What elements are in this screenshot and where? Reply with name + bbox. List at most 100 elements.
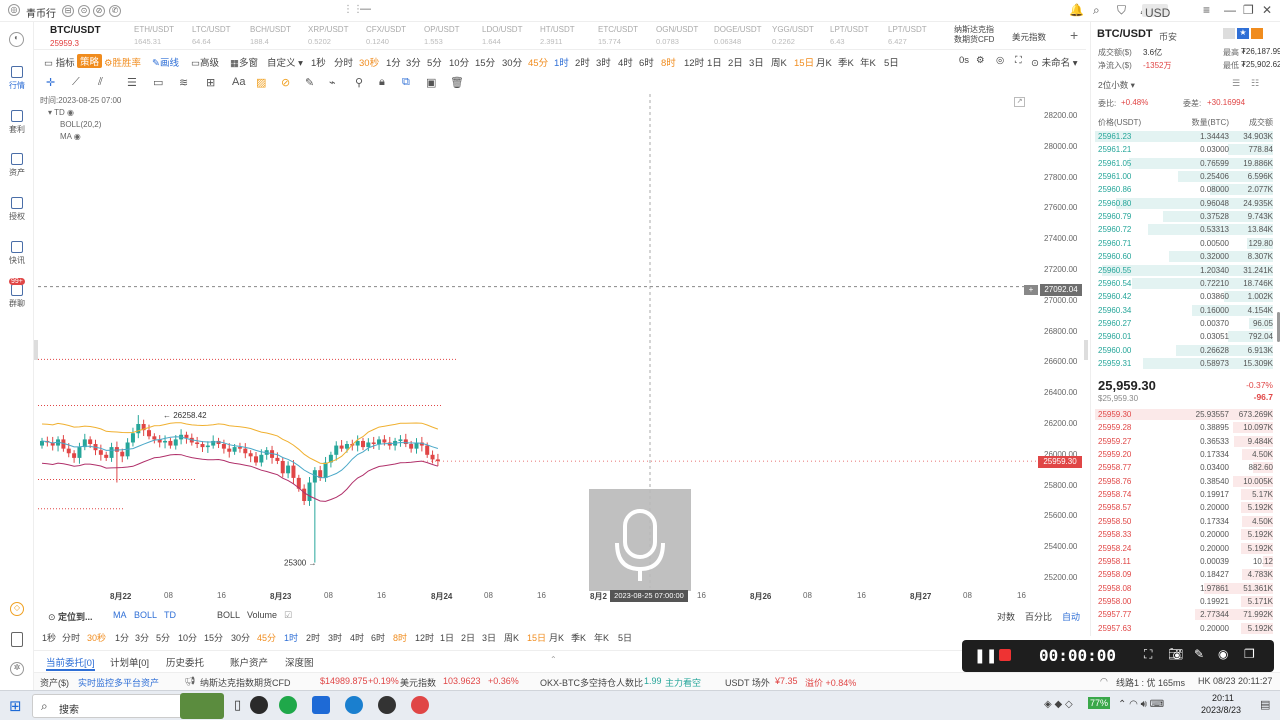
bottom-period-21[interactable]: 15日 bbox=[527, 631, 546, 644]
period-24[interactable]: 年K bbox=[860, 55, 876, 69]
period-1[interactable]: 分时 bbox=[334, 55, 353, 69]
gear-icon[interactable]: ✲ bbox=[10, 662, 24, 676]
add-ticker-icon[interactable]: + bbox=[1070, 27, 1078, 43]
ticker-1[interactable]: ETH/USDT 1645.31 bbox=[134, 25, 192, 46]
auto-scale-button[interactable]: 自动 bbox=[1062, 610, 1080, 623]
orderbook-row[interactable]: 25958.77 0.03400 882.60 bbox=[1091, 461, 1275, 474]
settings-small-icon[interactable]: ⚙ bbox=[976, 55, 985, 66]
period-19[interactable]: 3日 bbox=[749, 55, 764, 69]
lock-icon[interactable]: ⊙ bbox=[78, 5, 90, 17]
orderbook-row[interactable]: 25959.31 0.58973 15.309K bbox=[1091, 357, 1275, 370]
list-view-icon[interactable]: ☰ bbox=[1232, 78, 1240, 89]
maximize-icon[interactable]: ❐ bbox=[1243, 3, 1254, 17]
bottom-period-19[interactable]: 3日 bbox=[482, 631, 496, 644]
ticker-14[interactable]: LPT/USDT 6.427 bbox=[888, 25, 946, 46]
region-icon[interactable]: ⛶ bbox=[1144, 647, 1152, 662]
orderbook-row[interactable]: 25958.11 0.00039 10.12 bbox=[1091, 555, 1275, 568]
orderbook-row[interactable]: 25958.76 0.38540 10.005K bbox=[1091, 475, 1275, 488]
ticker-9[interactable]: ETC/USDT 15.774 bbox=[598, 25, 656, 46]
dxy-ticker[interactable]: 美元指数 bbox=[1012, 31, 1046, 43]
fib-tool-icon[interactable]: ≋ bbox=[179, 76, 188, 89]
period-8[interactable]: 30分 bbox=[502, 55, 522, 69]
orderbook-row[interactable]: 25960.34 0.16000 4.154K bbox=[1091, 304, 1275, 317]
bottom-period-4[interactable]: 3分 bbox=[135, 631, 149, 644]
grid-view-icon[interactable] bbox=[1223, 28, 1235, 39]
orderbook-row[interactable]: 25958.33 0.20000 5.192K bbox=[1091, 528, 1275, 541]
orderbook-row[interactable]: 25958.50 0.17334 4.50K bbox=[1091, 515, 1275, 528]
collapse-panel-icon[interactable]: ⌃ bbox=[550, 655, 557, 664]
period-5[interactable]: 5分 bbox=[427, 55, 442, 69]
period-17[interactable]: 1日 bbox=[707, 55, 722, 69]
stop-icon[interactable] bbox=[999, 649, 1011, 661]
minimize-icon[interactable]: — bbox=[1224, 3, 1236, 17]
bottom-period-7[interactable]: 15分 bbox=[204, 631, 223, 644]
pen-tool-icon[interactable]: ✎ bbox=[305, 76, 314, 89]
bottom-period-6[interactable]: 10分 bbox=[178, 631, 197, 644]
period-3[interactable]: 1分 bbox=[386, 55, 401, 69]
brush-tool-icon[interactable]: ⌁ bbox=[329, 76, 336, 89]
percent-scale-button[interactable]: 百分比 bbox=[1025, 610, 1052, 623]
right-collapse-handle[interactable] bbox=[1084, 340, 1088, 360]
period-16[interactable]: 12时 bbox=[684, 55, 704, 69]
orderbook-row[interactable]: 25960.60 0.32000 8.307K bbox=[1091, 250, 1275, 263]
close-icon[interactable]: ✕ bbox=[1262, 3, 1272, 17]
monitor-link[interactable]: 实时监控多平台资产 bbox=[78, 676, 159, 689]
ticker-3[interactable]: BCH/USDT 188.4 bbox=[250, 25, 308, 46]
bottom-period-23[interactable]: 季K bbox=[571, 631, 586, 644]
bottom-period-15[interactable]: 8时 bbox=[393, 631, 407, 644]
diamond-icon[interactable]: ◇ bbox=[10, 602, 24, 616]
period-25[interactable]: 5日 bbox=[884, 55, 899, 69]
bottom-period-13[interactable]: 4时 bbox=[350, 631, 364, 644]
locate-button[interactable]: ⊙ 定位到... bbox=[48, 610, 93, 623]
notification-icon[interactable]: ▤ bbox=[1260, 698, 1270, 711]
menu-icon[interactable]: ≡ bbox=[1203, 3, 1210, 17]
sidebar-item-arbitrage[interactable]: 套利 bbox=[0, 110, 34, 135]
webcam-icon[interactable]: ◉ bbox=[1218, 647, 1228, 661]
nasdaq-ticker[interactable]: 纳斯达克指 数期货CFD bbox=[954, 25, 994, 45]
custom-period-select[interactable]: 自定义 ▾ bbox=[267, 55, 303, 69]
ticker-2[interactable]: LTC/USDT 64.64 bbox=[192, 25, 250, 46]
bottom-period-11[interactable]: 2时 bbox=[306, 631, 320, 644]
orderbook-row[interactable]: 25960.00 0.26628 6.913K bbox=[1091, 344, 1275, 357]
chart-corner-icon[interactable]: ↗ bbox=[1014, 97, 1025, 107]
hline-tool-icon[interactable]: ☰ bbox=[127, 76, 137, 89]
orderbook-row[interactable]: 25960.55 1.20340 31.241K bbox=[1091, 264, 1275, 277]
layout-name-select[interactable]: ⊙ 未命名 ▾ bbox=[1031, 55, 1078, 69]
orderbook-row[interactable]: 25959.27 0.36533 9.484K bbox=[1091, 435, 1275, 448]
orderbook-row[interactable]: 25958.00 0.19921 5.171K bbox=[1091, 595, 1275, 608]
bottom-period-8[interactable]: 30分 bbox=[231, 631, 250, 644]
orderbook-row[interactable]: 25960.80 0.96048 24.935K bbox=[1091, 197, 1275, 210]
split-view-icon[interactable]: ☷ bbox=[1251, 78, 1259, 89]
orderbook-row[interactable]: 25957.77 2.77344 71.992K bbox=[1091, 608, 1275, 621]
expand-icon[interactable]: ⛶ bbox=[1015, 55, 1022, 66]
tab-plan-orders[interactable]: 计划单[0] bbox=[110, 655, 149, 669]
period-9[interactable]: 45分 bbox=[528, 55, 548, 69]
ticker-7[interactable]: LDO/USDT 1.644 bbox=[482, 25, 540, 46]
minimize-panel-icon[interactable]: — bbox=[360, 3, 371, 15]
period-23[interactable]: 季K bbox=[838, 55, 854, 69]
price-axis[interactable]: 28200.00 28000.00 27800.00 27600.00 27400.00… bbox=[1038, 94, 1086, 588]
orderbook-row[interactable]: 25957.63 0.20000 5.192K bbox=[1091, 622, 1275, 635]
shirt-icon[interactable]: ⛉ bbox=[1117, 3, 1126, 18]
record-app-icon[interactable] bbox=[411, 696, 429, 714]
sidebar-item-quotes[interactable]: 行情 bbox=[0, 66, 34, 91]
bottom-period-12[interactable]: 3时 bbox=[328, 631, 342, 644]
period-15[interactable]: 8时 bbox=[661, 55, 676, 69]
bottom-period-0[interactable]: 1秒 bbox=[42, 631, 56, 644]
tray-icons-2[interactable]: ⌃ ◠ 🔊︎ ⌨ bbox=[1118, 699, 1164, 710]
sidebar-item-assets[interactable]: 资产 bbox=[0, 153, 34, 178]
measure-tool-icon[interactable]: ⊞ bbox=[206, 76, 215, 89]
parallel-tool-icon[interactable]: ⫽ bbox=[98, 76, 103, 89]
zero-s-button[interactable]: 0s bbox=[959, 55, 969, 66]
period-4[interactable]: 3分 bbox=[406, 55, 421, 69]
orderbook-row[interactable]: 25960.86 0.08000 2.077K bbox=[1091, 183, 1275, 196]
battery-indicator[interactable]: 77% bbox=[1088, 697, 1111, 709]
trendline-tool-icon[interactable]: ⟋ bbox=[72, 76, 80, 89]
orderbook-row[interactable]: 25960.27 0.00370 96.05 bbox=[1091, 317, 1275, 330]
bottom-period-3[interactable]: 1分 bbox=[115, 631, 129, 644]
pattern-tool-icon[interactable]: ▨ bbox=[256, 76, 266, 89]
sidebar-item-chat[interactable]: 99+ 群聊 bbox=[0, 278, 34, 309]
phone-icon[interactable]: ✆ bbox=[109, 5, 121, 17]
ticker-13[interactable]: LPT/USDT 6.43 bbox=[830, 25, 888, 46]
period-7[interactable]: 15分 bbox=[475, 55, 495, 69]
